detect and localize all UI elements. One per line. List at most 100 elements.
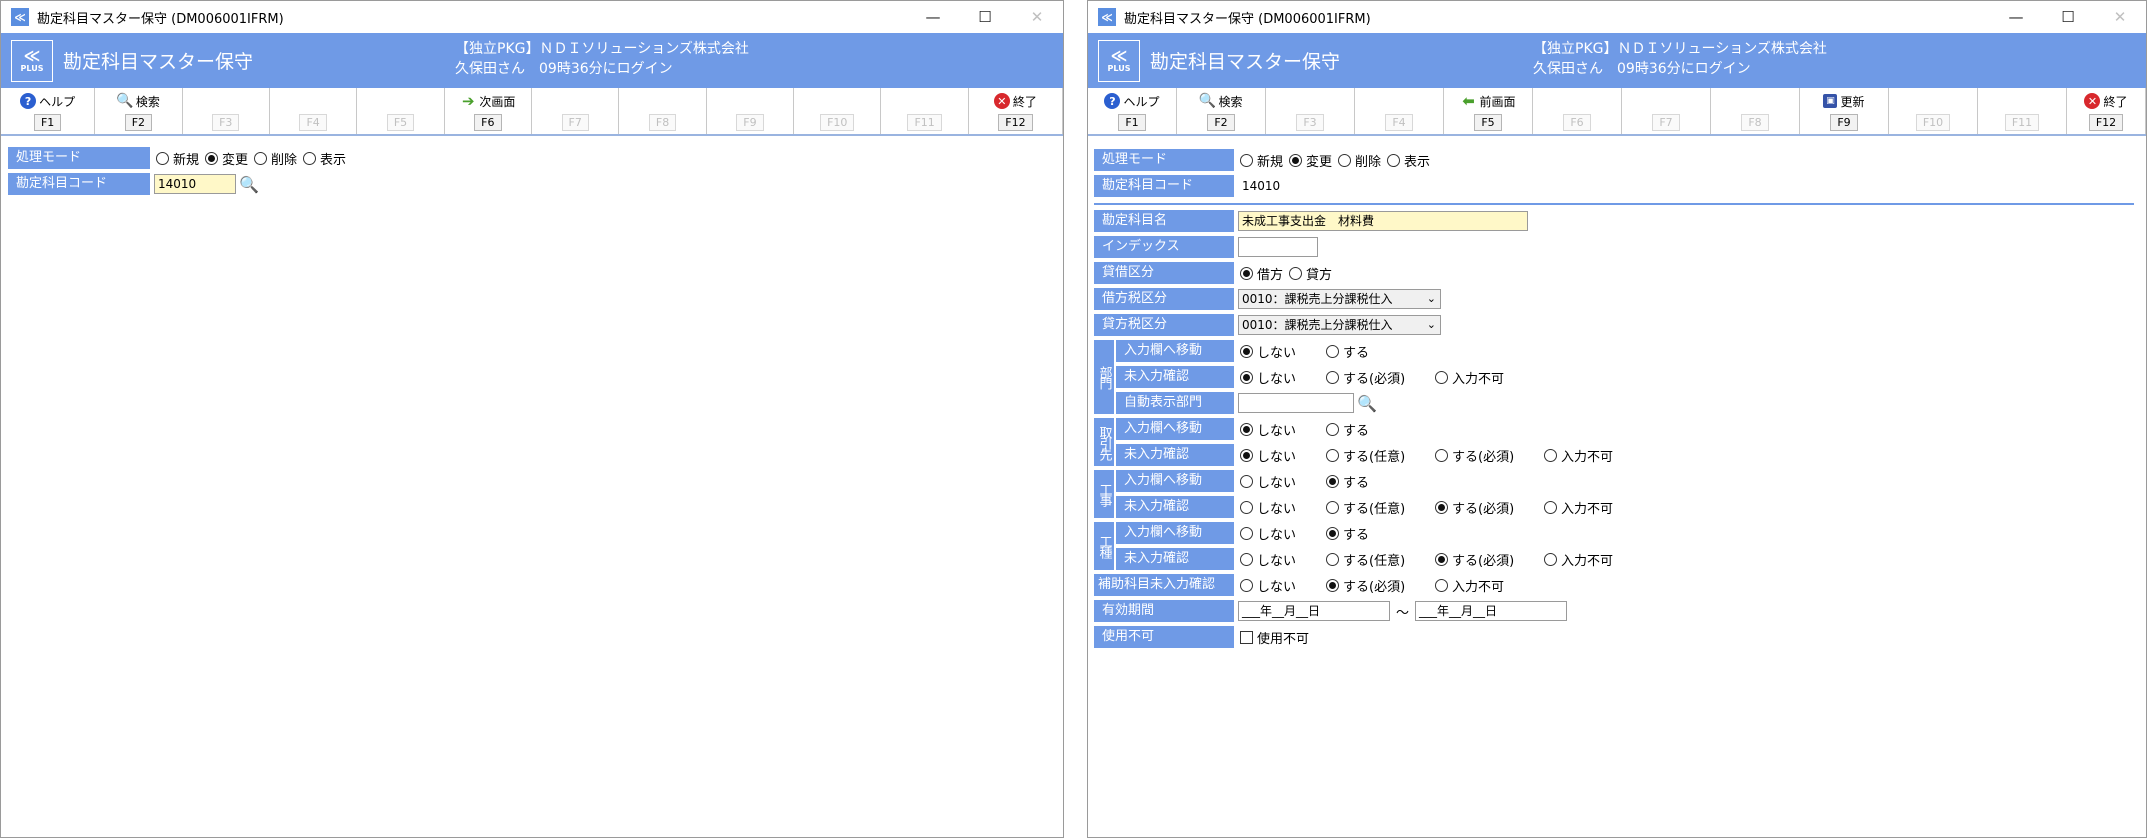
disabled-checkbox[interactable]: 使用不可: [1240, 628, 1309, 647]
period-tilde: ～: [1396, 605, 1410, 621]
fkey-label: 更新: [1840, 94, 1865, 109]
mode-option-edit[interactable]: 変更: [205, 149, 248, 168]
search-icon[interactable]: 🔍: [239, 175, 259, 194]
taishaku-option-credit[interactable]: 貸方: [1289, 264, 1332, 283]
maximize-button[interactable]: ☐: [2042, 1, 2094, 33]
fkey-f9[interactable]: ▣ 更新 F9: [1800, 88, 1889, 134]
search-icon[interactable]: 🔍: [1357, 394, 1377, 413]
fkey-f5[interactable]: ⬅ 前画面 F5: [1444, 88, 1533, 134]
koshu-move-yes[interactable]: する: [1326, 524, 1369, 543]
torihiki-check-no[interactable]: しない: [1240, 446, 1320, 465]
taishaku-option-debit[interactable]: 借方: [1240, 264, 1283, 283]
bumon-move-yes[interactable]: する: [1326, 342, 1369, 361]
mode-option-edit[interactable]: 変更: [1289, 151, 1332, 170]
index-input[interactable]: [1238, 237, 1318, 257]
fkey-f12[interactable]: ✕ 終了 F12: [2067, 88, 2146, 134]
minimize-button[interactable]: —: [907, 1, 959, 33]
hojo-check-no[interactable]: しない: [1240, 576, 1320, 595]
radio-icon: [1387, 153, 1401, 167]
radio-icon: [1326, 448, 1339, 462]
fkey-number: F7: [1652, 114, 1680, 131]
app-icon: ≪: [11, 8, 29, 26]
fkey-f8: F8: [1711, 88, 1800, 134]
mode-option-delete[interactable]: 削除: [254, 149, 297, 168]
fkey-f2[interactable]: 🔍 検索 F2: [1177, 88, 1266, 134]
fkey-f4: F4: [1355, 88, 1444, 134]
code-input[interactable]: 14010: [154, 174, 236, 194]
fkey-f2[interactable]: 🔍 検索 F2: [95, 88, 183, 134]
app-title: 勘定科目マスター保守: [1150, 51, 1341, 73]
koji-check-disabled[interactable]: 入力不可: [1544, 498, 1613, 517]
auto-bumon-input[interactable]: [1238, 393, 1354, 413]
koshu-check-disabled[interactable]: 入力不可: [1544, 550, 1613, 569]
radio-selected-icon: [1435, 552, 1448, 566]
mode-label: 処理モード: [1094, 149, 1234, 171]
torihiki-move-no[interactable]: しない: [1240, 420, 1320, 439]
debit-tax-select[interactable]: 0010：課税売上分課税仕入 ⌄: [1238, 289, 1441, 309]
radio-icon: [1326, 344, 1339, 358]
mode-radio-group: 新規 変更 削除 表示: [150, 149, 352, 168]
bumon-check-label: 未入力確認: [1116, 366, 1234, 388]
bumon-check-disabled[interactable]: 入力不可: [1435, 368, 1504, 387]
mode-option-view[interactable]: 表示: [1387, 151, 1430, 170]
credit-tax-label: 貸方税区分: [1094, 314, 1234, 336]
torihiki-move-label: 入力欄へ移動: [1116, 418, 1234, 440]
bumon-move-no[interactable]: しない: [1240, 342, 1320, 361]
account-name-input[interactable]: 未成工事支出金 材料費: [1238, 211, 1528, 231]
title-bar: ≪ 勘定科目マスター保守 (DM006001IFRM) — ☐ ✕: [1, 1, 1063, 33]
koji-check-no[interactable]: しない: [1240, 498, 1320, 517]
radio-selected-icon: [1326, 474, 1339, 488]
hojo-check-disabled[interactable]: 入力不可: [1435, 576, 1504, 595]
torihiki-check-optional[interactable]: する(任意): [1326, 446, 1429, 465]
koshu-check-optional[interactable]: する(任意): [1326, 550, 1429, 569]
close-button[interactable]: ✕: [1011, 1, 1063, 33]
bumon-check-no[interactable]: しない: [1240, 368, 1320, 387]
divider: [1094, 203, 2134, 205]
fkey-number: F10: [1915, 114, 1951, 131]
koji-move-no[interactable]: しない: [1240, 472, 1320, 491]
radio-icon: [1435, 578, 1448, 592]
torihiki-check-disabled[interactable]: 入力不可: [1544, 446, 1613, 465]
login-info: 久保田さん 09時36分にログイン: [1533, 61, 1751, 77]
minimize-button[interactable]: —: [1990, 1, 2042, 33]
mode-option-new[interactable]: 新規: [1240, 151, 1283, 170]
radio-selected-icon: [205, 151, 219, 165]
koji-check-optional[interactable]: する(任意): [1326, 498, 1429, 517]
period-from-input[interactable]: ___年__月__日: [1238, 601, 1390, 621]
maximize-button[interactable]: ☐: [959, 1, 1011, 33]
fkey-f11: F11: [1978, 88, 2067, 134]
taishaku-label: 貸借区分: [1094, 262, 1234, 284]
login-info: 久保田さん 09時36分にログイン: [455, 61, 673, 77]
fkey-label: 終了: [1012, 94, 1037, 109]
fkey-number: F5: [386, 114, 415, 131]
fkey-number: F7: [561, 114, 589, 131]
mode-option-view[interactable]: 表示: [303, 149, 346, 168]
mode-option-delete[interactable]: 削除: [1338, 151, 1381, 170]
fkey-f12[interactable]: ✕ 終了 F12: [969, 88, 1064, 134]
fkey-f6[interactable]: ➔ 次画面 F6: [445, 88, 533, 134]
koshu-check-no[interactable]: しない: [1240, 550, 1320, 569]
detail-form: 処理モード 新規 変更 削除 表示 勘定科目コード 14010 勘定科目名 未成…: [1094, 149, 2134, 648]
koji-check-required[interactable]: する(必須): [1435, 498, 1538, 517]
credit-tax-select[interactable]: 0010：課税売上分課税仕入 ⌄: [1238, 315, 1441, 335]
app-icon: ≪: [1098, 8, 1116, 26]
radio-selected-icon: [1240, 370, 1253, 384]
koshu-check-required[interactable]: する(必須): [1435, 550, 1538, 569]
torihiki-move-yes[interactable]: する: [1326, 420, 1369, 439]
radio-icon: [1326, 422, 1339, 436]
koshu-move-no[interactable]: しない: [1240, 524, 1320, 543]
fkey-f1[interactable]: ? ヘルプ F1: [1, 88, 96, 134]
bumon-check-required[interactable]: する(必須): [1326, 368, 1429, 387]
torihiki-check-required[interactable]: する(必須): [1435, 446, 1538, 465]
period-to-input[interactable]: ___年__月__日: [1415, 601, 1568, 621]
fkey-f1[interactable]: ? ヘルプ F1: [1088, 88, 1177, 134]
mode-option-new[interactable]: 新規: [156, 149, 199, 168]
koji-move-yes[interactable]: する: [1326, 472, 1369, 491]
radio-icon: [1544, 448, 1557, 462]
hojo-check-required[interactable]: する(必須): [1326, 576, 1429, 595]
logo-icon: ≪ PLUS: [1098, 39, 1140, 82]
fkey-label: ヘルプ: [1123, 94, 1160, 109]
company-name: 【独立PKG】ＮＤＩソリューションズ株式会社: [455, 41, 749, 57]
close-button[interactable]: ✕: [2094, 1, 2146, 33]
fkey-number: F8: [1741, 114, 1769, 131]
